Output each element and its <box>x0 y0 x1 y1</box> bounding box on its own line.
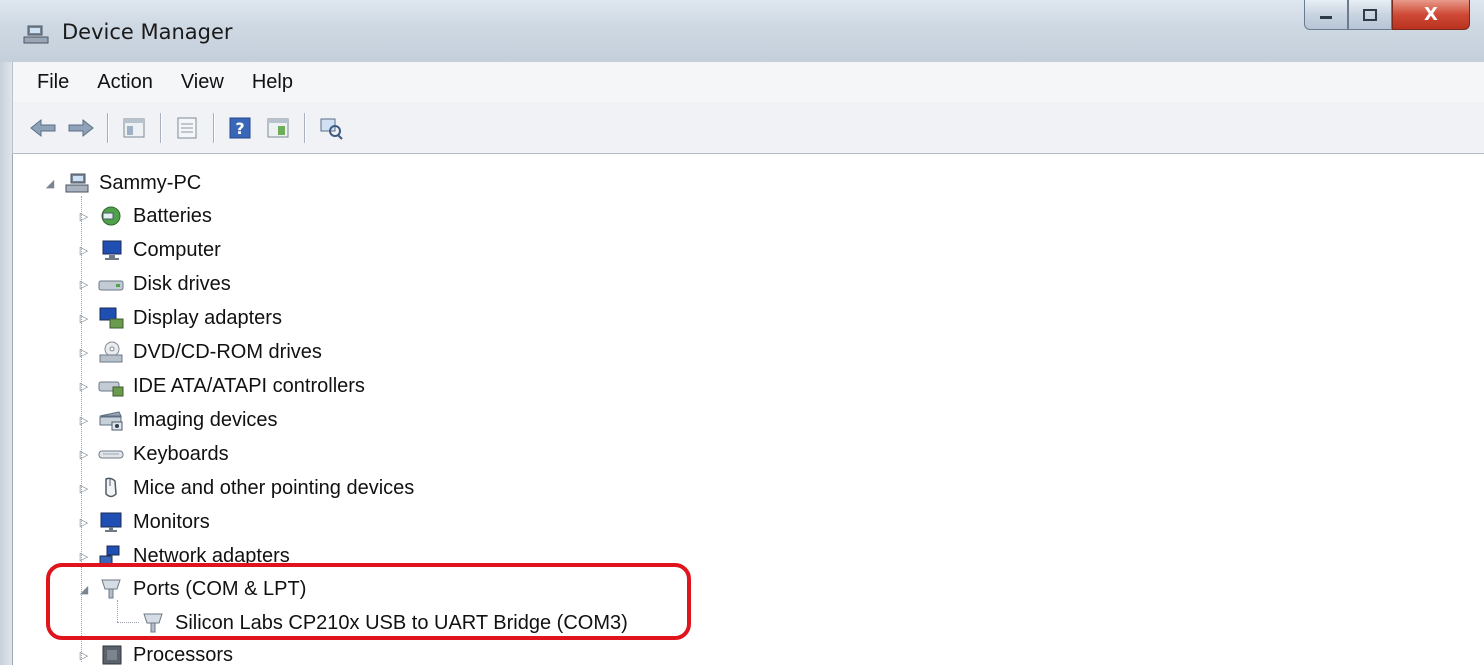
collapsed-arrow-icon[interactable]: ▷ <box>77 447 91 461</box>
tree-node-label: Display adapters <box>133 306 282 329</box>
tree-node-imaging-devices[interactable]: ▷ Imaging devices <box>77 403 278 437</box>
tree-node-disk-drives[interactable]: ▷ Disk drives <box>77 267 231 301</box>
window-controls: X <box>1304 0 1470 32</box>
window-title: Device Manager <box>62 20 233 44</box>
tree-node-dvd-cd-rom-drives[interactable]: ▷ DVD/CD-ROM drives <box>77 335 322 369</box>
collapsed-arrow-icon[interactable]: ▷ <box>77 648 91 662</box>
collapsed-arrow-icon[interactable]: ▷ <box>77 345 91 359</box>
tree-node-label: Monitors <box>133 510 210 533</box>
help-icon[interactable]: ? <box>224 112 256 144</box>
menu-view[interactable]: View <box>169 71 236 94</box>
tree-node-ide-ata-atapi-controllers[interactable]: ▷ IDE ATA/ATAPI controllers <box>77 369 365 403</box>
expanded-arrow-icon[interactable]: ◢ <box>43 176 57 190</box>
optical-drive-icon <box>97 340 125 364</box>
properties-icon[interactable] <box>171 112 203 144</box>
close-button[interactable]: X <box>1392 0 1470 30</box>
collapsed-arrow-icon[interactable]: ▷ <box>77 209 91 223</box>
collapsed-arrow-icon[interactable]: ▷ <box>77 481 91 495</box>
battery-icon <box>97 204 125 228</box>
tree-node-label: DVD/CD-ROM drives <box>133 340 322 363</box>
tree-node-monitors[interactable]: ▷ Monitors <box>77 505 210 539</box>
menu-action[interactable]: Action <box>85 71 165 94</box>
forward-icon[interactable] <box>65 112 97 144</box>
collapsed-arrow-icon[interactable]: ▷ <box>77 515 91 529</box>
processor-icon <box>97 643 125 665</box>
display-adapter-icon <box>97 306 125 330</box>
tree-node-label: Batteries <box>133 204 212 227</box>
collapsed-arrow-icon[interactable]: ▷ <box>77 379 91 393</box>
window-left-border <box>0 62 12 665</box>
tree-node-processors[interactable]: ▷ Processors <box>77 638 233 665</box>
tree-node-display-adapters[interactable]: ▷ Display adapters <box>77 301 282 335</box>
tree-node-keyboards[interactable]: ▷ Keyboards <box>77 437 229 471</box>
menu-file[interactable]: File <box>25 71 81 94</box>
tree-node-label: IDE ATA/ATAPI controllers <box>133 374 365 397</box>
svg-text:?: ? <box>235 119 244 138</box>
tree-node-label: Sammy-PC <box>99 171 202 194</box>
collapsed-arrow-icon[interactable]: ▷ <box>77 311 91 325</box>
computer-icon <box>97 238 125 262</box>
scan-hardware-icon[interactable] <box>315 112 347 144</box>
menu-bar: File Action View Help <box>12 62 1484 102</box>
tree-node-mice[interactable]: ▷ Mice and other pointing devices <box>77 471 415 505</box>
tree-node-label: Processors <box>133 643 234 665</box>
monitor-icon <box>97 510 125 534</box>
device-manager-icon <box>22 22 52 46</box>
tree-node-label: Keyboards <box>133 442 229 465</box>
toolbar-separator <box>213 112 214 143</box>
disk-drive-icon <box>97 272 125 296</box>
scanner-icon <box>97 408 125 432</box>
maximize-icon <box>1363 8 1377 21</box>
keyboard-icon <box>97 442 125 466</box>
minimize-button[interactable] <box>1304 0 1348 30</box>
tree-node-batteries[interactable]: ▷ Batteries <box>77 199 212 233</box>
tree-node-label: Disk drives <box>133 272 231 295</box>
show-hide-tree-icon[interactable] <box>118 112 150 144</box>
highlight-annotation <box>46 563 691 640</box>
back-icon[interactable] <box>27 112 59 144</box>
collapsed-arrow-icon[interactable]: ▷ <box>77 413 91 427</box>
computer-network-icon <box>63 171 91 195</box>
maximize-button[interactable] <box>1348 0 1392 30</box>
minimize-icon <box>1320 15 1332 19</box>
menu-help[interactable]: Help <box>240 71 305 94</box>
toolbar-separator <box>304 112 305 143</box>
collapsed-arrow-icon[interactable]: ▷ <box>77 549 91 563</box>
collapsed-arrow-icon[interactable]: ▷ <box>77 277 91 291</box>
tree-node-label: Computer <box>133 238 221 261</box>
close-icon: X <box>1424 4 1438 25</box>
ide-controller-icon <box>97 374 125 398</box>
toolbar-separator <box>107 112 108 143</box>
tree-node-root[interactable]: ◢ Sammy-PC <box>43 166 201 200</box>
title-bar[interactable]: Device Manager X <box>0 0 1484 62</box>
collapsed-arrow-icon[interactable]: ▷ <box>77 243 91 257</box>
tree-node-label: Imaging devices <box>133 408 278 431</box>
tree-node-label: Mice and other pointing devices <box>133 476 415 499</box>
mouse-icon <box>97 476 125 500</box>
toolbar: ? <box>12 102 1484 154</box>
update-driver-icon[interactable] <box>262 112 294 144</box>
toolbar-separator <box>160 112 161 143</box>
tree-node-computer[interactable]: ▷ Computer <box>77 233 221 267</box>
